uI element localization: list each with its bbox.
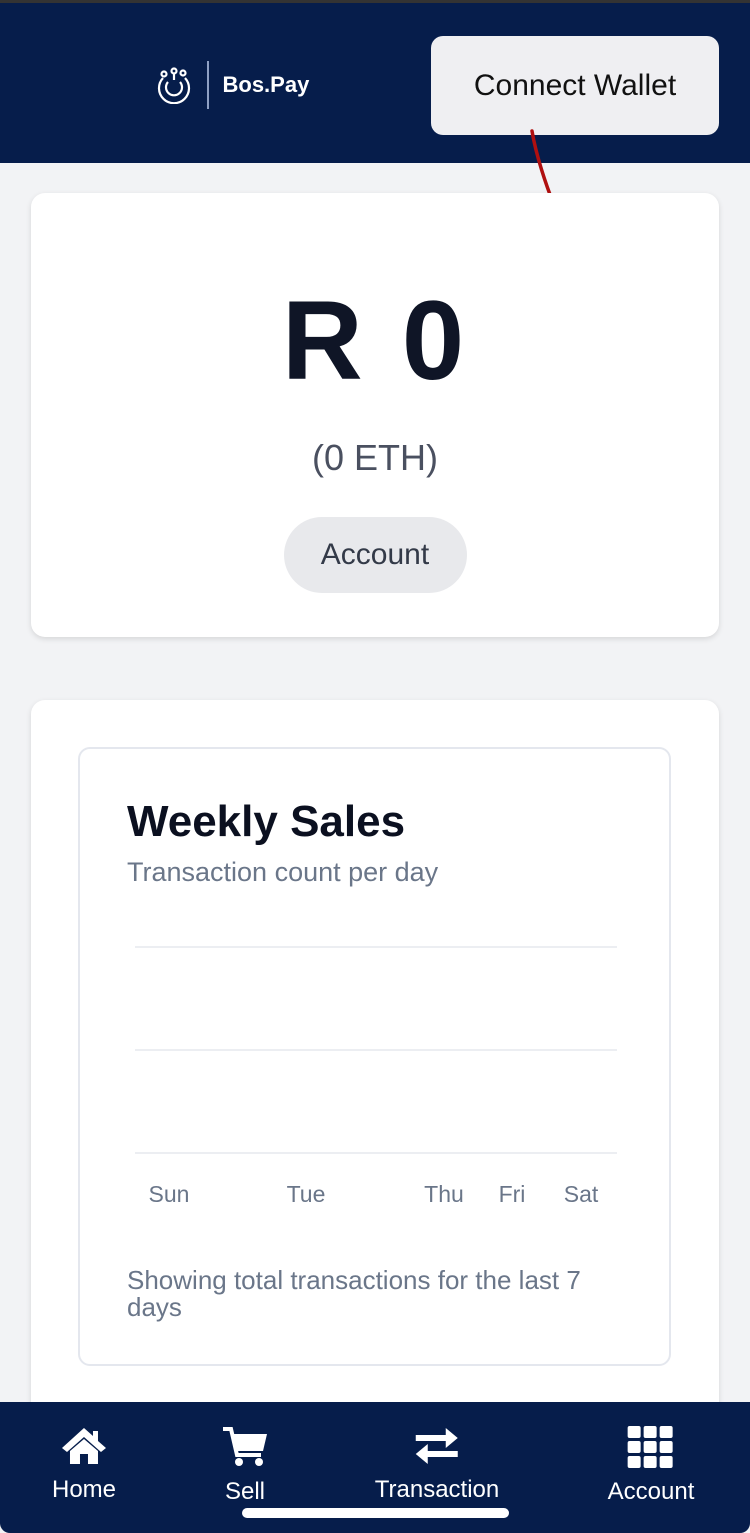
gridline [135, 1049, 617, 1051]
x-tick-label: Sun [148, 1181, 190, 1207]
x-tick-label: Thu [424, 1181, 464, 1207]
x-tick-label: Fri [498, 1181, 526, 1207]
balance-card: R 0 (0 ETH) Account [31, 193, 719, 637]
grid-icon [628, 1426, 673, 1468]
nav-account[interactable]: Account [607, 1426, 695, 1506]
nav-label: Transaction [374, 1476, 500, 1503]
brand-logo[interactable]: Bos.Pay [155, 61, 309, 109]
sales-card: Weekly Sales Transaction count per day S… [31, 700, 719, 1460]
brand-name: Bos.Pay [222, 72, 310, 97]
nav-transaction[interactable]: Transaction [374, 1426, 500, 1504]
home-indicator[interactable] [242, 1508, 509, 1518]
account-button[interactable]: Account [283, 517, 467, 593]
home-icon [62, 1428, 106, 1464]
nav-sell[interactable]: Sell [221, 1426, 269, 1506]
connect-wallet-button[interactable]: Connect Wallet [431, 36, 719, 135]
chart-footer: Showing total transactions for the last … [127, 1265, 581, 1322]
nav-label: Home [51, 1476, 117, 1503]
x-tick-label: Sat [563, 1181, 599, 1207]
x-tick-label: Tue [286, 1181, 326, 1207]
weekly-sales-chart: Weekly Sales Transaction count per day S… [78, 747, 671, 1366]
gridline [135, 1152, 617, 1154]
chart-title: Weekly Sales [127, 797, 406, 846]
nav-home[interactable]: Home [52, 1426, 116, 1504]
logo-icon [157, 67, 191, 104]
swap-icon [416, 1428, 458, 1464]
gridline [135, 946, 617, 948]
chart-subtitle: Transaction count per day [127, 857, 439, 887]
balance-amount: R 0 [281, 278, 469, 403]
logo-divider [207, 61, 209, 109]
nav-label: Account [607, 1478, 695, 1505]
nav-label: Sell [224, 1478, 266, 1505]
cart-icon [223, 1427, 267, 1466]
balance-eth: (0 ETH) [312, 437, 438, 478]
app-header: Bos.Pay Connect Wallet [0, 0, 750, 163]
